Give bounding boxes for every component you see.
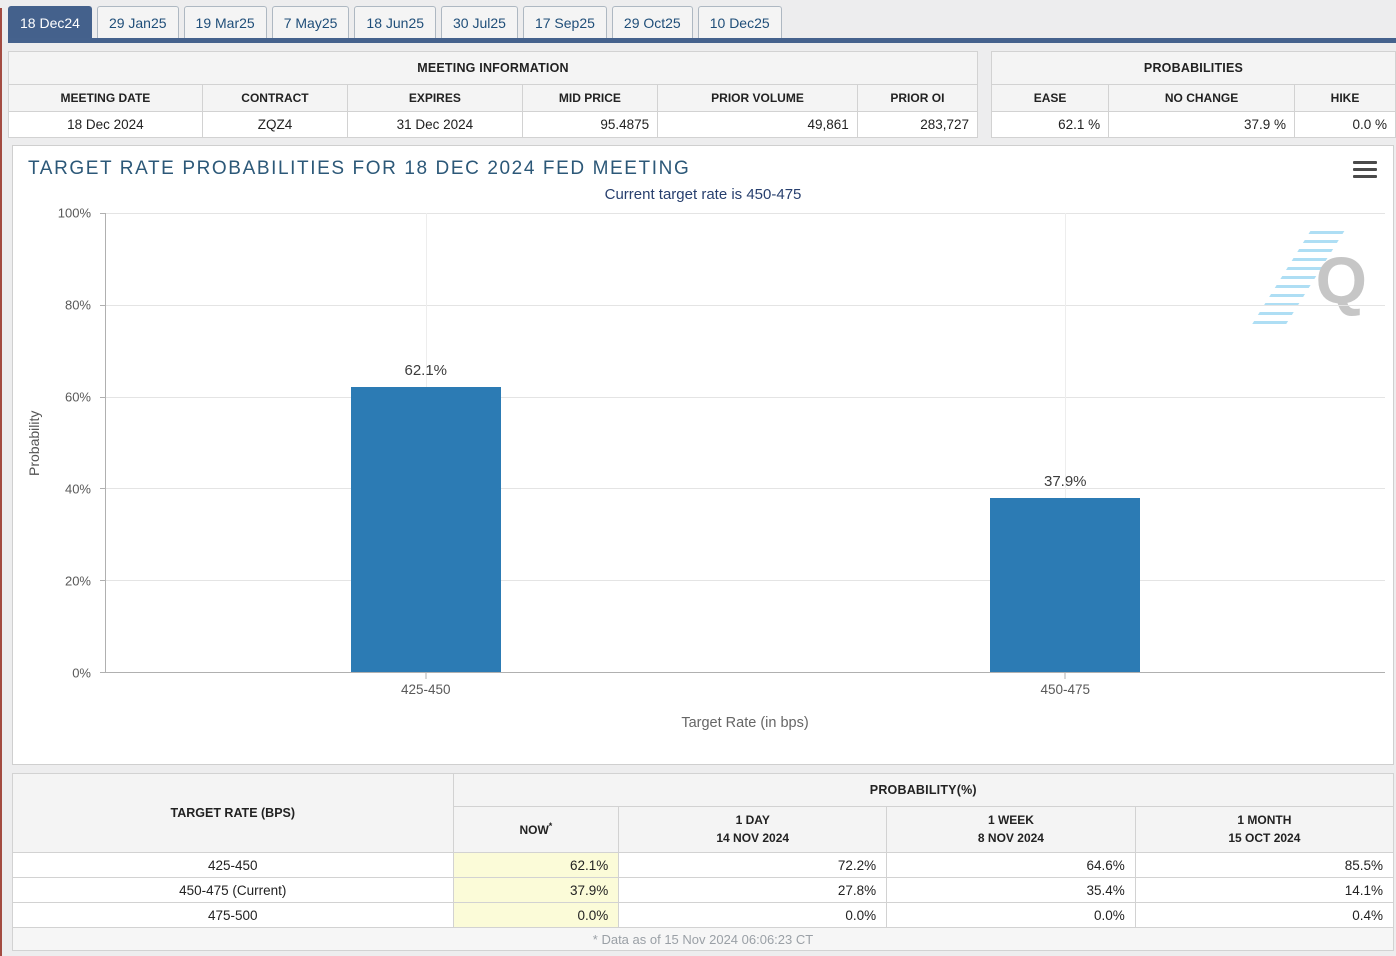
col-1-week: 1 WEEK8 NOV 2024 [887, 807, 1136, 853]
y-gridline [106, 397, 1385, 398]
target-rate-bps-header: TARGET RATE (BPS) [13, 774, 454, 853]
y-axis-labels: 0%20%40%60%80%100% [13, 213, 99, 673]
x-axis-title: Target Rate (in bps) [105, 715, 1385, 731]
month-value: 85.5% [1135, 853, 1393, 878]
tab-7-may25[interactable]: 7 May25 [272, 6, 350, 38]
col-ease: EASE [992, 85, 1109, 112]
week-value: 64.6% [887, 853, 1136, 878]
col-prior-oi: PRIOR OI [857, 85, 977, 112]
target-rate-chart-panel: TARGET RATE PROBABILITIES FOR 18 DEC 202… [12, 145, 1394, 765]
week-value: 35.4% [887, 878, 1136, 903]
y-gridline [106, 488, 1385, 489]
expires-value: 31 Dec 2024 [348, 112, 522, 138]
y-tick-label: 60% [65, 390, 91, 405]
meeting-date-value: 18 Dec 2024 [9, 112, 203, 138]
table-row-475-500: 475-500 0.0% 0.0% 0.0% 0.4% [13, 903, 1394, 928]
y-tick-mark [100, 305, 106, 306]
table-row-425-450: 425-450 62.1% 72.2% 64.6% 85.5% [13, 853, 1394, 878]
bar-value-label: 37.9% [1044, 473, 1087, 490]
now-value: 0.0% [453, 903, 619, 928]
ease-value: 62.1 % [992, 112, 1109, 138]
week-value: 0.0% [887, 903, 1136, 928]
tab-29-jan25[interactable]: 29 Jan25 [97, 6, 179, 38]
x-tick-label: 450-475 [1040, 682, 1090, 697]
probability-history-table: TARGET RATE (BPS) PROBABILITY(%) NOW* 1 … [12, 773, 1394, 951]
watermark-q-icon: Q [1316, 247, 1367, 313]
prior-volume-value: 49,861 [658, 112, 858, 138]
bar-value-label: 62.1% [404, 362, 447, 379]
probabilities-header: PROBABILITIES [992, 52, 1396, 85]
rate-label: 450-475 (Current) [13, 878, 454, 903]
header-info-row: MEETING INFORMATION MEETING DATE CONTRAC… [8, 51, 1396, 138]
col-prior-volume: PRIOR VOLUME [658, 85, 858, 112]
chart-subtitle: Current target rate is 450-475 [13, 186, 1393, 203]
rate-label: 475-500 [13, 903, 454, 928]
y-gridline [106, 580, 1385, 581]
col-contract: CONTRACT [202, 85, 347, 112]
col-hike: HIKE [1294, 85, 1395, 112]
y-tick-mark [100, 672, 106, 673]
probability-pct-header: PROBABILITY(%) [453, 774, 1393, 807]
y-tick-label: 0% [72, 666, 91, 681]
y-gridline [106, 305, 1385, 306]
chart-bar-450-475[interactable] [990, 498, 1140, 672]
chart-title: TARGET RATE PROBABILITIES FOR 18 DEC 202… [13, 146, 1393, 180]
chart-canvas: Probability 0%20%40%60%80%100% Q 62.1%42… [13, 205, 1393, 757]
col-mid-price: MID PRICE [522, 85, 658, 112]
col-meeting-date: MEETING DATE [9, 85, 203, 112]
chart-bar-425-450[interactable] [351, 387, 501, 672]
y-gridline [106, 213, 1385, 214]
prior-oi-value: 283,727 [857, 112, 977, 138]
tab-30-jul25[interactable]: 30 Jul25 [441, 6, 518, 38]
tab-18-dec24[interactable]: 18 Dec24 [8, 6, 92, 38]
y-tick-mark [100, 397, 106, 398]
col-now: NOW* [453, 807, 619, 853]
y-tick-mark [100, 488, 106, 489]
meeting-information-header: MEETING INFORMATION [9, 52, 978, 85]
probabilities-row: 62.1 % 37.9 % 0.0 % [992, 112, 1396, 138]
month-value: 14.1% [1135, 878, 1393, 903]
data-as-of-footnote: * Data as of 15 Nov 2024 06:06:23 CT [13, 928, 1394, 951]
col-no-change: NO CHANGE [1109, 85, 1295, 112]
y-tick-mark [100, 213, 106, 214]
tab-17-sep25[interactable]: 17 Sep25 [523, 6, 607, 38]
x-tick-label: 425-450 [401, 682, 451, 697]
day-value: 72.2% [619, 853, 887, 878]
hike-value: 0.0 % [1294, 112, 1395, 138]
tab-18-jun25[interactable]: 18 Jun25 [354, 6, 436, 38]
day-value: 27.8% [619, 878, 887, 903]
meeting-tab-bar: 18 Dec24 29 Jan25 19 Mar25 7 May25 18 Ju… [8, 6, 1396, 43]
x-tick-mark [1065, 672, 1066, 679]
col-1-day: 1 DAY14 NOV 2024 [619, 807, 887, 853]
month-value: 0.4% [1135, 903, 1393, 928]
no-change-value: 37.9 % [1109, 112, 1295, 138]
watermark-stripes-icon [1252, 231, 1345, 325]
day-value: 0.0% [619, 903, 887, 928]
hamburger-menu-icon[interactable] [1353, 161, 1377, 182]
y-tick-label: 80% [65, 298, 91, 313]
y-tick-label: 100% [58, 206, 91, 221]
x-tick-mark [425, 672, 426, 679]
y-tick-label: 20% [65, 574, 91, 589]
contract-value: ZQZ4 [202, 112, 347, 138]
col-expires: EXPIRES [348, 85, 522, 112]
tab-29-oct25[interactable]: 29 Oct25 [612, 6, 693, 38]
plot-area: Q 62.1%425-45037.9%450-475 [105, 213, 1385, 673]
probabilities-table: PROBABILITIES EASE NO CHANGE HIKE 62.1 %… [991, 51, 1396, 138]
rate-label: 425-450 [13, 853, 454, 878]
y-tick-mark [100, 580, 106, 581]
col-1-month: 1 MONTH15 OCT 2024 [1135, 807, 1393, 853]
fedwatch-page: 18 Dec24 29 Jan25 19 Mar25 7 May25 18 Ju… [0, 0, 1396, 951]
table-row-450-475: 450-475 (Current) 37.9% 27.8% 35.4% 14.1… [13, 878, 1394, 903]
y-tick-label: 40% [65, 482, 91, 497]
now-value: 37.9% [453, 878, 619, 903]
table-footnote-row: * Data as of 15 Nov 2024 06:06:23 CT [13, 928, 1394, 951]
mid-price-value: 95.4875 [522, 112, 658, 138]
meeting-information-table: MEETING INFORMATION MEETING DATE CONTRAC… [8, 51, 978, 138]
quikstrike-watermark: Q [1275, 231, 1371, 327]
meeting-info-row: 18 Dec 2024 ZQZ4 31 Dec 2024 95.4875 49,… [9, 112, 978, 138]
tab-19-mar25[interactable]: 19 Mar25 [184, 6, 267, 38]
tab-10-dec25[interactable]: 10 Dec25 [698, 6, 782, 38]
now-value: 62.1% [453, 853, 619, 878]
